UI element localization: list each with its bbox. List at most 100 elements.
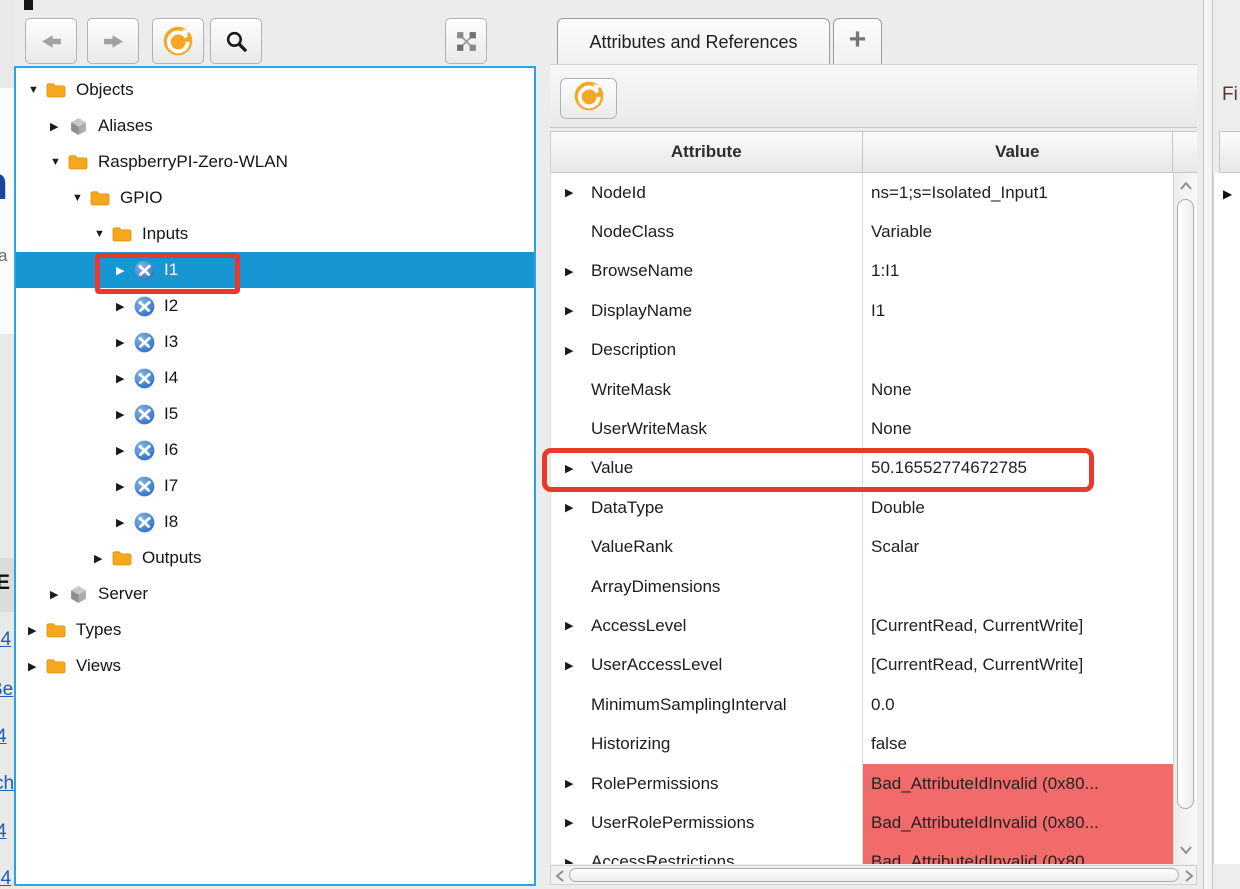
expand-arrow-icon[interactable] [565,856,573,864]
tree-item-server[interactable]: Server [16,576,534,612]
panel-splitter[interactable] [1203,0,1213,889]
column-header-value[interactable]: Value [863,131,1174,173]
search-button[interactable] [210,18,262,64]
attribute-row-description[interactable]: Description [551,331,1173,370]
tree-item-i2[interactable]: I2 [16,288,534,324]
attribute-row-datatype[interactable]: DataType Double [551,488,1173,527]
attribute-value: 1:I1 [863,252,1173,291]
attribute-value: Double [863,488,1173,527]
expand-arrow-icon[interactable] [565,265,573,278]
refresh-icon [162,25,194,57]
attribute-row-accessrestrictions[interactable]: AccessRestrictionsBad_AttributeIdInvalid… [551,843,1173,864]
attribute-row-useraccesslevel[interactable]: UserAccessLevel[CurrentRead, CurrentWrit… [551,646,1173,685]
tree-item-label: RaspberryPI-Zero-WLAN [98,152,288,172]
vertical-scrollbar[interactable] [1173,173,1197,864]
address-space-tree[interactable]: Objects Aliases RaspberryPI-Zero-WLAN GP… [14,66,536,886]
attribute-row-arraydimensions[interactable]: ArrayDimensions [551,567,1173,606]
expand-arrow-icon[interactable] [1223,187,1232,201]
expander-icon[interactable] [72,192,89,204]
scroll-down-icon[interactable] [1179,843,1193,855]
column-header-attribute[interactable]: Attribute [551,131,863,173]
expander-icon[interactable] [116,264,133,277]
tree-item-views[interactable]: Views [16,648,534,684]
tree-item-aliases[interactable]: Aliases [16,108,534,144]
tree-item-label: Aliases [98,116,153,136]
expander-icon[interactable] [50,120,67,133]
expand-arrow-icon[interactable] [565,304,573,317]
attribute-row-nodeclass[interactable]: NodeClassVariable [551,212,1173,251]
tab-attributes-and-references[interactable]: Attributes and References [557,18,830,65]
nav-back-button[interactable] [25,18,77,64]
tree-item-i7[interactable]: I7 [16,468,534,504]
tree-item-label: I5 [164,404,178,424]
tree-item-objects[interactable]: Objects [16,72,534,108]
expander-icon[interactable] [28,624,45,637]
expander-icon[interactable] [28,84,45,96]
add-tab-button[interactable]: + [833,18,882,64]
attribute-row-displayname[interactable]: DisplayNameI1 [551,291,1173,330]
attribute-row-writemask[interactable]: WriteMaskNone [551,370,1173,409]
expander-icon[interactable] [116,300,133,313]
expander-icon[interactable] [116,444,133,457]
expand-arrow-icon[interactable] [565,659,573,672]
tree-item-i3[interactable]: I3 [16,324,534,360]
attribute-row-nodeid[interactable]: NodeIdns=1;s=Isolated_Input1 [551,173,1173,212]
expand-arrow-icon[interactable] [565,344,573,357]
expand-arrow-icon[interactable] [565,619,573,632]
scroll-up-icon[interactable] [1179,179,1193,191]
tree-item-i1[interactable]: I1 [16,252,534,288]
attribute-row-browsename[interactable]: BrowseName1:I1 [551,252,1173,291]
scroll-left-icon[interactable] [554,869,566,883]
folder-icon [45,655,67,677]
horizontal-scrollbar[interactable] [550,865,1197,885]
tree-item-i5[interactable]: I5 [16,396,534,432]
attribute-row-valuerank[interactable]: ValueRankScalar [551,528,1173,567]
expand-arrow-icon[interactable] [565,186,573,199]
attribute-name: UserWriteMask [591,419,707,439]
background-link-fragment: ch [0,773,14,795]
expand-arrow-icon[interactable] [565,777,573,790]
tree-item-raspberrypi[interactable]: RaspberryPI-Zero-WLAN [16,144,534,180]
expander-icon[interactable] [50,588,67,601]
attribute-row-historizing[interactable]: Historizingfalse [551,724,1173,763]
attribute-row-minimumsamplinginterval[interactable]: MinimumSamplingInterval0.0 [551,685,1173,724]
expand-arrow-icon[interactable] [565,816,573,829]
expander-icon[interactable] [94,228,111,240]
attribute-name: NodeClass [591,222,674,242]
expander-icon[interactable] [116,408,133,421]
vertical-scrollbar-handle[interactable] [1177,199,1194,809]
attributes-table[interactable]: NodeIdns=1;s=Isolated_Input1 NodeClassVa… [550,173,1173,864]
expander-icon[interactable] [50,156,67,168]
attribute-value: None [863,409,1173,448]
highlight-mode-button[interactable] [445,18,487,64]
expander-icon[interactable] [116,336,133,349]
expander-icon[interactable] [28,660,45,673]
scroll-right-icon[interactable] [1183,869,1195,883]
tree-item-i4[interactable]: I4 [16,360,534,396]
header-corner [1173,131,1197,173]
attribute-row-value[interactable]: Value50.16552774672785 [551,449,1173,488]
expander-icon[interactable] [116,372,133,385]
background-link-fragment: 54 [0,868,11,889]
attributes-refresh-button[interactable] [560,78,617,119]
tree-item-gpio[interactable]: GPIO [16,180,534,216]
tab-label: Attributes and References [589,32,797,53]
tree-item-i8[interactable]: I8 [16,504,534,540]
attribute-name: DataType [591,498,664,518]
tree-item-outputs[interactable]: Outputs [16,540,534,576]
tree-item-types[interactable]: Types [16,612,534,648]
expander-icon[interactable] [116,516,133,529]
expander-icon[interactable] [116,480,133,493]
tree-refresh-button[interactable] [152,18,204,64]
attribute-row-userrolepermissions[interactable]: UserRolePermissionsBad_AttributeIdInvali… [551,803,1173,842]
expander-icon[interactable] [94,552,111,565]
expand-arrow-icon[interactable] [565,462,573,475]
attribute-row-accesslevel[interactable]: AccessLevel[CurrentRead, CurrentWrite] [551,606,1173,645]
attribute-row-rolepermissions[interactable]: RolePermissionsBad_AttributeIdInvalid (0… [551,764,1173,803]
nav-forward-button[interactable] [87,18,139,64]
expand-arrow-icon[interactable] [565,501,573,514]
tree-item-inputs[interactable]: Inputs [16,216,534,252]
tree-item-i6[interactable]: I6 [16,432,534,468]
horizontal-scrollbar-handle[interactable] [569,868,1179,882]
attribute-row-userwritemask[interactable]: UserWriteMask None [551,409,1173,448]
